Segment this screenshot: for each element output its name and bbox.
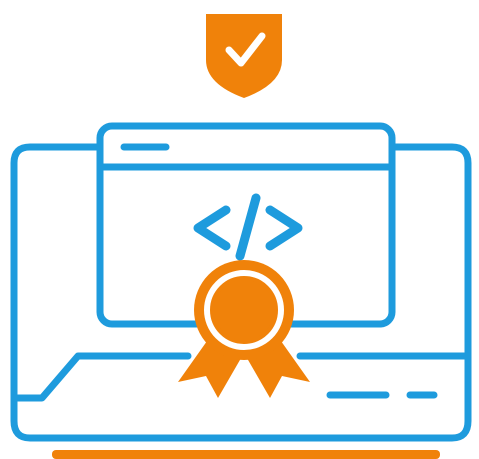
illustration-canvas <box>10 14 472 459</box>
secure-code-certificate-illustration <box>0 0 479 459</box>
laptop-base-line <box>10 352 192 402</box>
shield-check-icon <box>206 14 282 98</box>
medal-inner <box>214 280 274 340</box>
bottom-accent-bar <box>52 450 440 459</box>
